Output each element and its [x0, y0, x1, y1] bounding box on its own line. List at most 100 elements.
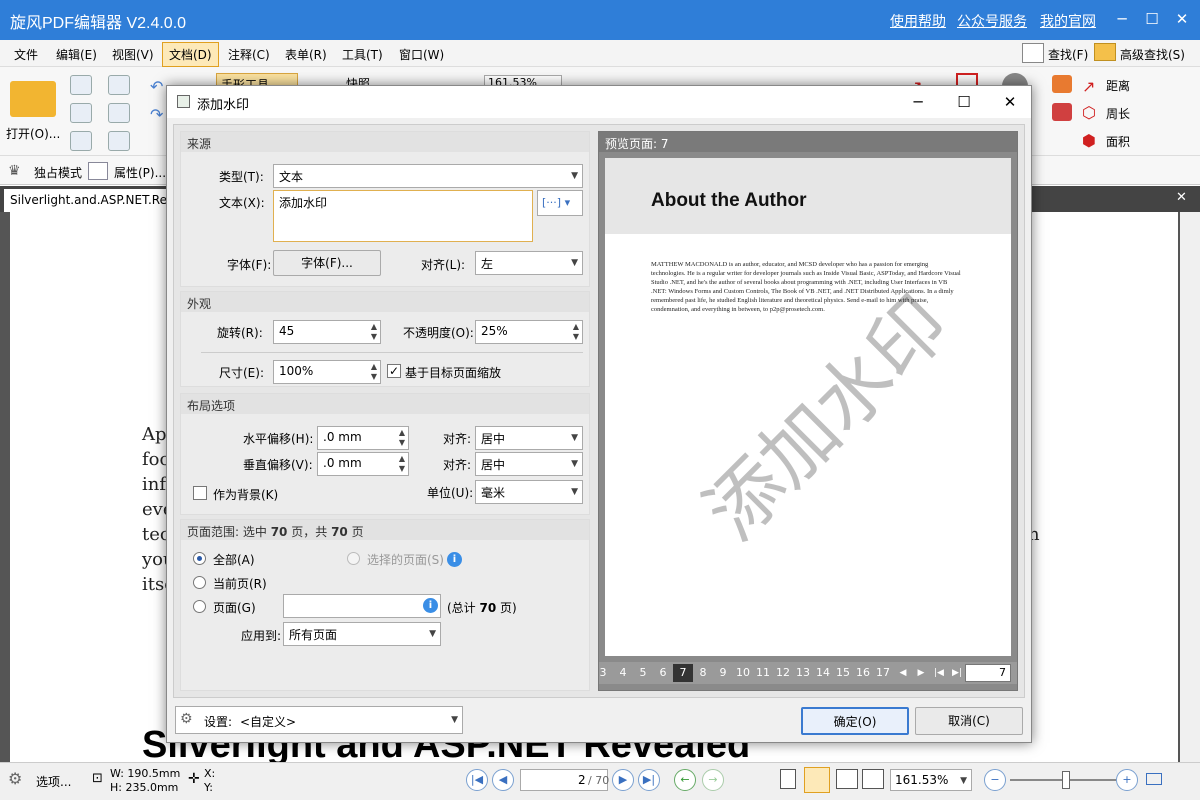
next-page-icon[interactable]: ▶: [612, 769, 634, 791]
h-align-select[interactable]: 居中 ▼: [475, 426, 583, 450]
single-page-icon[interactable]: [780, 769, 796, 789]
cancel-button[interactable]: 取消(C): [915, 707, 1023, 735]
v-align-select[interactable]: 居中 ▼: [475, 452, 583, 476]
info-icon[interactable]: i: [447, 552, 462, 567]
preview-page-number[interactable]: 10: [733, 664, 753, 682]
minimize-icon[interactable]: ─: [1110, 8, 1134, 30]
range-selected-radio[interactable]: [347, 552, 360, 565]
exclusive-mode-button[interactable]: 独占模式: [34, 164, 82, 181]
last-page-icon[interactable]: ▶|: [638, 769, 660, 791]
menu-document[interactable]: 文档(D): [162, 42, 219, 67]
new-document-icon[interactable]: [108, 131, 130, 151]
email-icon[interactable]: [108, 75, 130, 95]
preview-page-number[interactable]: 11: [753, 664, 773, 682]
range-all-radio[interactable]: [193, 552, 206, 565]
open-button[interactable]: 打开(O)...: [6, 125, 60, 142]
zoom-slider-handle[interactable]: [1062, 771, 1070, 789]
watermark-text-input[interactable]: 添加水印: [273, 190, 533, 242]
rotation-spinner[interactable]: 45 ▲ ▼: [273, 320, 381, 344]
dialog-minimize-icon[interactable]: ─: [903, 90, 933, 114]
area-button[interactable]: 面积: [1106, 133, 1130, 150]
zoom-select[interactable]: 161.53% ▼: [890, 769, 972, 791]
menu-form[interactable]: 表单(R): [285, 46, 327, 63]
background-checkbox[interactable]: [193, 486, 207, 500]
redo-icon[interactable]: ↷: [150, 105, 163, 124]
previous-page-icon[interactable]: ◀: [492, 769, 514, 791]
next-page-icon[interactable]: ▶: [911, 664, 931, 682]
first-page-icon[interactable]: |◀: [929, 664, 949, 682]
first-page-icon[interactable]: |◀: [466, 769, 488, 791]
pages-input[interactable]: [283, 594, 441, 618]
preview-page-number[interactable]: 6: [653, 664, 673, 682]
dialog-maximize-icon[interactable]: ☐: [949, 90, 979, 114]
preview-page-number[interactable]: 9: [713, 664, 733, 682]
eraser-icon[interactable]: [1052, 103, 1072, 121]
ok-button[interactable]: 确定(O): [801, 707, 909, 735]
preview-page-number[interactable]: 4: [613, 664, 633, 682]
scan-icon[interactable]: [108, 103, 130, 123]
save-icon[interactable]: [70, 75, 92, 95]
forward-icon[interactable]: →: [702, 769, 724, 791]
type-select[interactable]: 文本 ▼: [273, 164, 583, 188]
menu-file[interactable]: 文件: [14, 46, 38, 63]
menu-window[interactable]: 窗口(W): [399, 46, 444, 63]
website-link[interactable]: 我的官网: [1040, 11, 1096, 31]
preview-page-number[interactable]: 8: [693, 664, 713, 682]
preview-page-number[interactable]: 3: [593, 664, 613, 682]
preview-page-number[interactable]: 16: [853, 664, 873, 682]
pages-info-icon[interactable]: i: [423, 598, 438, 613]
preview-page-number[interactable]: 17: [873, 664, 893, 682]
continuous-page-icon[interactable]: [804, 767, 830, 793]
align-select[interactable]: 左 ▼: [475, 251, 583, 275]
preview-page-number[interactable]: 12: [773, 664, 793, 682]
close-tab-icon[interactable]: ✕: [1176, 190, 1187, 205]
range-pages-radio[interactable]: [193, 600, 206, 613]
distance-button[interactable]: 距离: [1106, 77, 1130, 94]
wechat-service-link[interactable]: 公众号服务: [957, 11, 1027, 31]
menu-comment[interactable]: 注释(C): [228, 46, 270, 63]
help-link[interactable]: 使用帮助: [890, 11, 946, 31]
highlighter-icon[interactable]: [1052, 75, 1072, 93]
preview-page-input[interactable]: 7: [965, 664, 1011, 682]
range-current-radio[interactable]: [193, 576, 206, 589]
v-offset-spinner[interactable]: .0 mm ▲ ▼: [317, 452, 409, 476]
vertical-scrollbar[interactable]: [1180, 212, 1200, 762]
advanced-find-button[interactable]: 高级查找(S): [1120, 46, 1185, 63]
document-tab[interactable]: Silverlight.and.ASP.NET.Revea: [4, 189, 172, 212]
insert-macro-button[interactable]: [···] ▾: [537, 190, 583, 216]
menu-edit[interactable]: 编辑(E): [56, 46, 97, 63]
prev-page-icon[interactable]: ◀: [893, 664, 913, 682]
h-offset-spinner[interactable]: .0 mm ▲ ▼: [317, 426, 409, 450]
undo-icon[interactable]: ↶: [150, 77, 163, 96]
page-number-field[interactable]: 2: [578, 773, 586, 787]
menu-tools[interactable]: 工具(T): [342, 46, 383, 63]
preview-page-number[interactable]: 15: [833, 664, 853, 682]
select-options-button[interactable]: 选项...: [36, 773, 71, 790]
zoom-out-icon[interactable]: −: [984, 769, 1006, 791]
export-icon[interactable]: [70, 131, 92, 151]
font-button[interactable]: 字体(F)...: [273, 250, 381, 276]
close-icon[interactable]: ✕: [1170, 8, 1194, 30]
find-button[interactable]: 查找(F): [1048, 46, 1088, 63]
unit-select[interactable]: 毫米 ▼: [475, 480, 583, 504]
opacity-spinner[interactable]: 25% ▲ ▼: [475, 320, 583, 344]
properties-button[interactable]: 属性(P)...: [114, 164, 166, 181]
back-icon[interactable]: ←: [674, 769, 696, 791]
scale-checkbox[interactable]: ✓: [387, 364, 401, 378]
continuous-facing-icon[interactable]: [862, 769, 884, 789]
apply-to-select[interactable]: 所有页面 ▼: [283, 622, 441, 646]
preview-page-number[interactable]: 14: [813, 664, 833, 682]
menu-view[interactable]: 视图(V): [112, 46, 154, 63]
size-spinner[interactable]: 100% ▲ ▼: [273, 360, 381, 384]
preview-page-number[interactable]: 5: [633, 664, 653, 682]
maximize-icon[interactable]: ☐: [1140, 8, 1164, 30]
fullscreen-icon[interactable]: [1146, 773, 1162, 785]
dialog-close-icon[interactable]: ✕: [995, 90, 1025, 114]
preview-page-number-current[interactable]: 7: [673, 664, 693, 682]
facing-pages-icon[interactable]: [836, 769, 858, 789]
perimeter-button[interactable]: 周长: [1106, 105, 1130, 122]
settings-select[interactable]: ⚙ 设置: <自定义> ▼: [175, 706, 463, 734]
preview-page-number[interactable]: 13: [793, 664, 813, 682]
print-icon[interactable]: [70, 103, 92, 123]
last-page-icon[interactable]: ▶|: [947, 664, 967, 682]
